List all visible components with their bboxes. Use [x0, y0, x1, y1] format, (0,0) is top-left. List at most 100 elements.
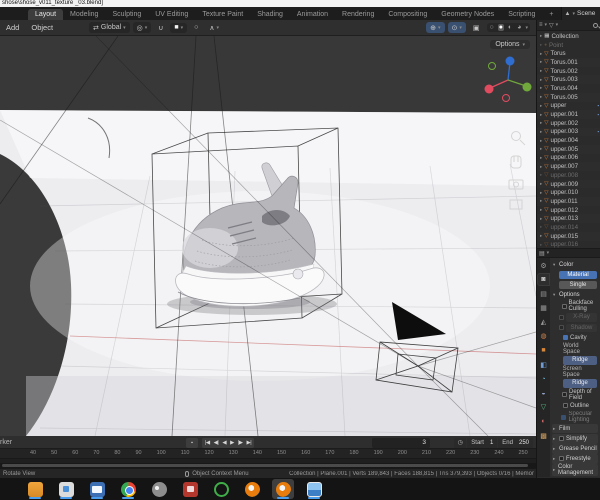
workspace-tab[interactable]: Compositing — [381, 9, 434, 20]
object-name[interactable]: upper.001 — [551, 111, 579, 118]
checkbox[interactable] — [559, 325, 564, 331]
filter-icon[interactable]: ▽ — [549, 22, 554, 29]
checkbox[interactable] — [563, 403, 568, 409]
outliner-row[interactable]: ▸ upper.016 ▪ — [537, 241, 600, 248]
transform-orientation-dropdown[interactable]: ⇄ Global ▾ — [89, 22, 130, 33]
object-name[interactable]: upper.003 — [551, 128, 579, 135]
object-name[interactable]: upper.008 — [551, 172, 579, 179]
end-frame-field[interactable]: End 250 — [498, 437, 533, 448]
workspace-tab[interactable]: + — [542, 9, 560, 20]
tool[interactable]: ⚙ — [538, 260, 549, 271]
object-name[interactable]: Collection — [551, 33, 578, 40]
workspace-tab[interactable]: Animation — [290, 9, 335, 20]
expand-arrow-icon[interactable]: ▸ — [540, 94, 542, 100]
taskbar-chrome[interactable] — [117, 479, 139, 499]
taskbar-ring-app[interactable] — [210, 479, 232, 499]
outliner-row[interactable]: ▸ upper.013 ▪ — [537, 214, 600, 224]
expand-arrow-icon[interactable]: ▸ — [540, 103, 542, 109]
object-name[interactable]: Torus.002 — [551, 68, 578, 75]
property-row[interactable]: Film — [552, 423, 598, 434]
expand-arrow-icon[interactable]: ▸ — [540, 85, 542, 91]
object-name[interactable]: upper.002 — [551, 120, 579, 127]
scene[interactable]: ◭ — [538, 317, 549, 328]
disclosure-icon[interactable] — [553, 436, 557, 442]
snap-toggle[interactable]: ∪ — [154, 22, 167, 33]
expand-arrow-icon[interactable]: ▸ — [540, 129, 542, 135]
outliner-row[interactable]: ▸ upper.003 ▪ — [537, 127, 600, 137]
outliner-row[interactable]: ▸ upper.010 ▪ — [537, 188, 600, 197]
expand-arrow-icon[interactable]: ▸ — [540, 164, 542, 170]
pivot-point-dropdown[interactable]: ◎ ▾ — [132, 22, 152, 33]
disclosure-icon[interactable] — [553, 426, 557, 432]
property-row[interactable]: Screen Space — [552, 366, 598, 378]
output[interactable]: ▤ — [538, 288, 549, 299]
object-name[interactable]: upper.009 — [551, 181, 579, 188]
property-row[interactable]: World Space — [552, 343, 598, 355]
taskbar-mail[interactable] — [86, 479, 108, 499]
outliner-row[interactable]: ▸ upper.014 ▪ — [537, 223, 600, 232]
proportional-editing-toggle[interactable]: ○ — [190, 23, 202, 33]
object-name[interactable]: upper — [551, 102, 567, 109]
expand-arrow-icon[interactable]: ▸ — [540, 112, 542, 118]
object-name[interactable]: upper.010 — [551, 189, 579, 196]
property-row[interactable]: Options — [552, 290, 598, 300]
workspace-tab[interactable]: Sculpting — [105, 9, 148, 20]
outliner-row[interactable]: ▸ upper.007 ▪ — [537, 162, 600, 171]
outliner-row[interactable]: ▸ upper.008 ▪ — [537, 171, 600, 180]
checkbox[interactable] — [559, 315, 564, 321]
taskbar-blender-active[interactable] — [272, 479, 294, 499]
snap-target-dropdown[interactable]: ■ ▾ — [170, 22, 188, 33]
timeline-menus-cropped[interactable]: rker — [0, 436, 12, 449]
expand-arrow-icon[interactable]: ▸ — [540, 172, 542, 178]
material[interactable]: ◐ — [538, 416, 549, 427]
transport-button[interactable]: ◀| — [214, 440, 219, 446]
start-frame-field[interactable]: Start 1 — [467, 437, 498, 448]
physics[interactable]: ◔ — [538, 374, 549, 385]
object-name[interactable]: upper.004 — [551, 137, 579, 144]
outliner-row[interactable]: ▸ upper.015 ▪ — [537, 231, 600, 241]
object-name[interactable]: Torus.005 — [551, 94, 578, 101]
checkbox[interactable] — [561, 414, 567, 420]
expand-arrow-icon[interactable]: ▸ — [540, 146, 542, 152]
outliner-row[interactable]: ▸ upper.002 ▪ — [537, 119, 600, 128]
object-name[interactable]: upper.011 — [551, 198, 578, 205]
disclosure-icon[interactable] — [553, 292, 557, 298]
expand-arrow-icon[interactable]: ▸ — [540, 138, 542, 144]
expand-arrow-icon[interactable]: ▸ — [540, 216, 542, 222]
workspace-tab[interactable]: Texture Paint — [195, 9, 250, 20]
object-name[interactable]: Torus.001 — [551, 59, 578, 66]
view-layer[interactable]: ▦ — [538, 303, 549, 314]
expand-arrow-icon[interactable]: ▸ — [540, 42, 542, 48]
object-name[interactable]: upper.016 — [551, 241, 579, 248]
outliner-row[interactable]: ▸ upper.009 ▪ — [537, 179, 600, 189]
property-row[interactable]: Ridge — [552, 379, 598, 389]
property-row[interactable]: Single — [552, 280, 598, 290]
rendered-shading-button[interactable]: ◕ — [516, 24, 522, 31]
taskbar-blender[interactable] — [241, 479, 263, 499]
workspace-tab[interactable]: UV Editing — [148, 9, 195, 20]
record-button[interactable]: ▪ — [186, 437, 198, 448]
disclosure-icon[interactable] — [553, 467, 556, 473]
current-frame-field[interactable]: 3 — [372, 437, 430, 448]
outliner-row[interactable]: ▸ upper ▪ — [537, 102, 600, 111]
expand-arrow-icon[interactable]: ▸ — [540, 120, 542, 126]
options-dropdown[interactable]: Options ▾ — [490, 40, 530, 49]
property-row[interactable]: Color — [552, 260, 598, 270]
xray-toggle[interactable]: ▣ — [469, 22, 484, 33]
expand-arrow-icon[interactable]: ▸ — [540, 68, 542, 74]
disclosure-icon[interactable] — [553, 262, 557, 268]
outliner-row[interactable]: ▸ upper.006 ▪ — [537, 154, 600, 163]
object-name[interactable]: Torus — [551, 50, 566, 57]
transport-button[interactable]: |▶ — [238, 440, 243, 446]
checkbox[interactable] — [559, 456, 564, 462]
outliner-row[interactable]: ▸ Torus.003 ▪ — [537, 75, 600, 85]
object-name[interactable]: upper.014 — [551, 224, 579, 231]
expand-arrow-icon[interactable]: ▸ — [540, 198, 542, 204]
property-row[interactable]: Ridge — [552, 356, 598, 366]
checkbox[interactable] — [563, 335, 568, 341]
expand-arrow-icon[interactable]: ▸ — [540, 59, 542, 65]
scrollbar-thumb[interactable] — [2, 464, 528, 467]
texture[interactable]: ▩ — [538, 430, 549, 441]
object-name[interactable]: upper.015 — [551, 233, 579, 240]
workspace-tab[interactable]: Scripting — [501, 9, 542, 20]
